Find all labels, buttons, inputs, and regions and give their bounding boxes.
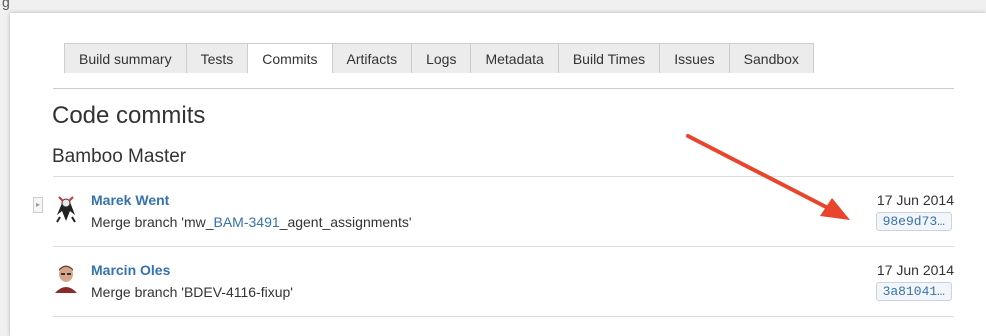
commit-message-suffix: _agent_assignments'	[279, 214, 412, 230]
tab-metadata[interactable]: Metadata	[470, 43, 558, 73]
tab-tests[interactable]: Tests	[185, 43, 248, 73]
commit-message-prefix: Merge branch 'mw_	[91, 214, 214, 230]
tab-logs[interactable]: Logs	[411, 43, 471, 73]
commit-date: 17 Jun 2014	[876, 192, 954, 208]
commit-message: Merge branch 'mw_BAM-3491_agent_assignme…	[91, 214, 412, 230]
tab-bar: Build summary Tests Commits Artifacts Lo…	[64, 43, 814, 73]
page-title: Code commits	[52, 102, 206, 129]
commit-author-link[interactable]: Marek Went	[91, 192, 169, 208]
tab-divider	[53, 88, 954, 89]
section-title: Bamboo Master	[52, 146, 187, 167]
commit-date: 17 Jun 2014	[876, 262, 954, 278]
divider	[53, 316, 954, 317]
commit-author-link[interactable]: Marcin Oles	[91, 262, 170, 278]
tab-commits[interactable]: Commits	[247, 43, 332, 73]
divider	[53, 246, 954, 247]
commit-message-prefix: Merge branch 'BDEV-4116-fixup'	[91, 284, 293, 300]
annotation-arrow-icon	[686, 134, 850, 220]
chevron-right-icon[interactable]: ▸	[33, 197, 43, 213]
tab-build-times[interactable]: Build Times	[557, 43, 660, 73]
commit-message: Merge branch 'BDEV-4116-fixup'	[91, 284, 293, 300]
tab-artifacts[interactable]: Artifacts	[331, 43, 412, 73]
avatar	[56, 196, 76, 223]
avatar	[55, 265, 77, 293]
tab-build-summary[interactable]: Build summary	[64, 43, 186, 73]
issue-link[interactable]: BAM-3491	[214, 214, 280, 230]
tab-sandbox[interactable]: Sandbox	[728, 43, 814, 73]
top-label: g	[2, 0, 10, 10]
commit-row: Marcin Oles Merge branch 'BDEV-4116-fixu…	[53, 248, 954, 310]
commit-hash-link[interactable]: 3a81041…	[875, 282, 952, 301]
tab-issues[interactable]: Issues	[659, 43, 729, 73]
commit-hash-link[interactable]: 98e9d73…	[875, 212, 952, 231]
